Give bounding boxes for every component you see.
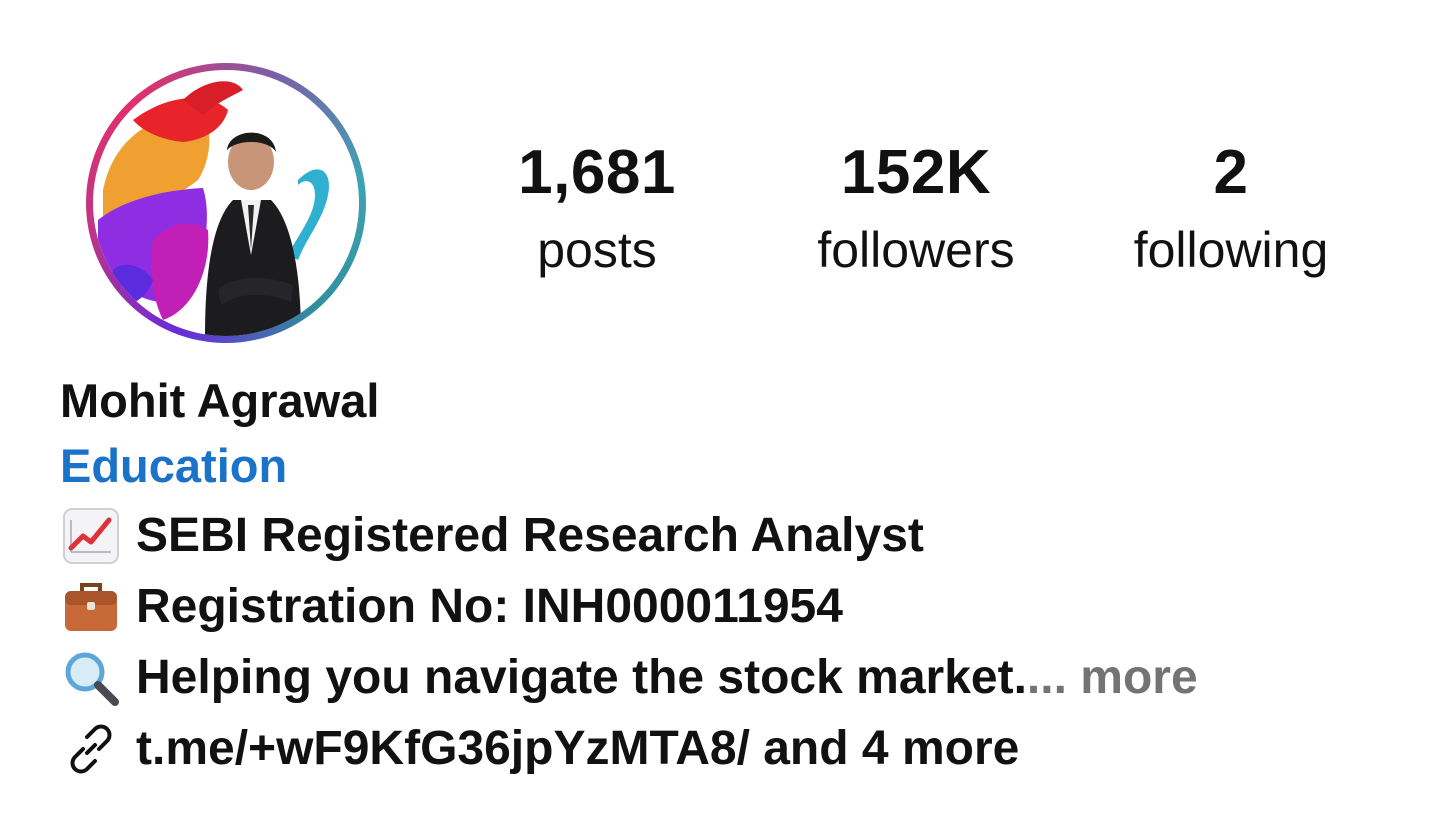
avatar-image [93, 70, 359, 336]
followers-count: 152K [840, 138, 992, 207]
posts-label: posts [537, 222, 657, 278]
profile-link[interactable]: t.me/+wF9KfG36jpYzMTA8/ and 4 more [60, 713, 1360, 784]
link-icon [60, 718, 122, 780]
following-stat[interactable]: 2 following [1081, 138, 1381, 280]
link-text[interactable]: t.me/+wF9KfG36jpYzMTA8/ and 4 more [136, 713, 1019, 784]
followers-label: followers [817, 222, 1015, 278]
bio-line-helping: Helping you navigate the stock market...… [60, 642, 1360, 713]
posts-count: 1,681 [518, 138, 676, 207]
posts-stat[interactable]: 1,681 posts [447, 138, 747, 280]
magnifying-glass-icon [60, 647, 122, 709]
more-button[interactable]: more [1067, 642, 1197, 713]
bio-ellipsis: ... [1026, 651, 1067, 704]
profile-category[interactable]: Education [60, 432, 1360, 500]
bio-text: Registration No: INH000011954 [136, 580, 843, 633]
briefcase-icon [60, 576, 122, 638]
bio-text: SEBI Registered Research Analyst [136, 509, 924, 562]
bio-line-research-analyst: SEBI Registered Research Analyst [60, 500, 1360, 571]
bio-text: Helping you navigate the stock market. [136, 651, 1027, 704]
profile-avatar[interactable] [86, 63, 366, 343]
followers-stat[interactable]: 152K followers [766, 138, 1066, 280]
following-label: following [1133, 222, 1329, 278]
bio-line-registration: Registration No: INH000011954 [60, 571, 1360, 642]
following-count: 2 [1213, 138, 1249, 207]
profile-bio: Mohit Agrawal Education SEBI Registered … [60, 370, 1360, 784]
profile-name: Mohit Agrawal [60, 374, 380, 427]
chart-increasing-icon [60, 505, 122, 567]
